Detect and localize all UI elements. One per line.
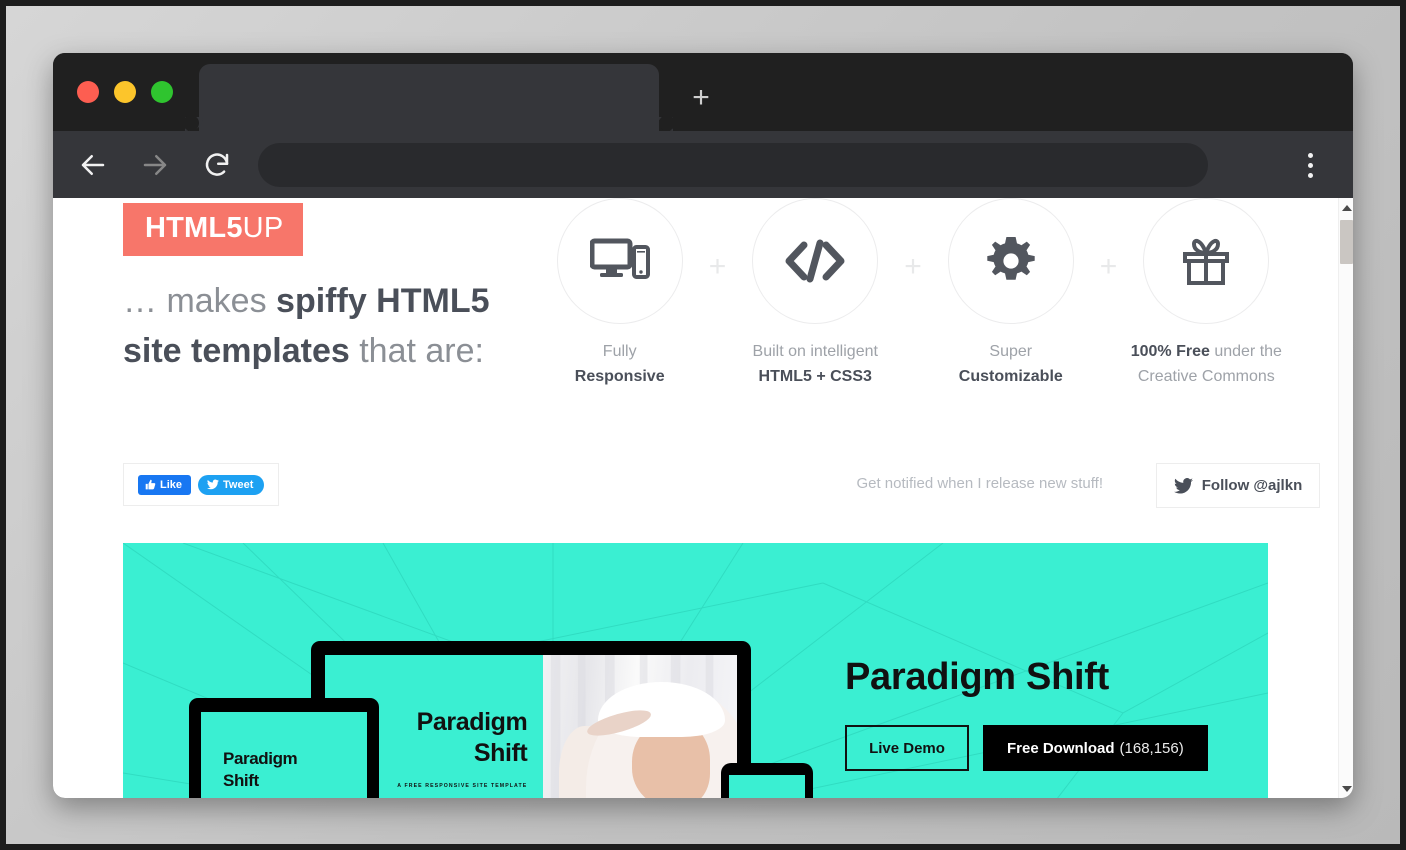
- web-page: HTML5UP … makes spiffy HTML5 site templa…: [53, 198, 1338, 798]
- maximize-window-button[interactable]: [151, 81, 173, 103]
- feature-line-2: Responsive: [574, 368, 665, 385]
- reload-button[interactable]: [195, 143, 239, 187]
- reload-icon: [205, 152, 229, 176]
- html5up-logo[interactable]: HTML5UP: [123, 203, 304, 256]
- browser-menu-button[interactable]: [1293, 148, 1327, 182]
- twitter-tweet-label: Tweet: [223, 478, 254, 491]
- feature-label: Built on intelligent HTML5 + CSS3: [739, 339, 892, 389]
- tab-corner-right: [659, 115, 675, 131]
- tablet-mockup: Paradigm Shift A FREE RESPONSIVE SITE TE…: [189, 698, 379, 798]
- twitter-follow-button[interactable]: Follow @ajlkn: [1156, 463, 1320, 508]
- logo-bold-text: HTML5: [145, 212, 243, 244]
- back-button[interactable]: [71, 143, 115, 187]
- forward-button[interactable]: [133, 143, 177, 187]
- window-traffic-lights: [77, 81, 173, 103]
- browser-window: + HTML5UP … makes spiffy HTML5 site temp…: [53, 53, 1353, 798]
- feature-html5-css3: Built on intelligent HTML5 + CSS3: [739, 198, 892, 389]
- page-viewport: HTML5UP … makes spiffy HTML5 site templa…: [53, 198, 1353, 798]
- feature-free-license: 100% Free under the Creative Commons: [1130, 198, 1283, 389]
- promo-banner: Paradigm Shift A FREE RESPONSIVE SITE TE…: [123, 543, 1268, 798]
- back-arrow-icon: [81, 154, 105, 175]
- feature-label: 100% Free under the Creative Commons: [1130, 339, 1283, 389]
- phone-mockup: [721, 763, 813, 798]
- plus-separator-icon: +: [1099, 250, 1118, 283]
- facebook-like-button[interactable]: Like: [138, 474, 192, 495]
- scrollbar-thumb[interactable]: [1340, 220, 1353, 264]
- free-download-label: Free Download: [1007, 739, 1115, 757]
- laptop-mock-title: Paradigm Shift: [353, 707, 543, 769]
- page-tagline: … makes spiffy HTML5 site templates that…: [123, 276, 543, 376]
- twitter-tweet-button[interactable]: Tweet: [198, 474, 265, 495]
- feature-label: Fully Responsive: [543, 339, 696, 389]
- gift-icon: [1183, 239, 1230, 285]
- feature-line-1: Fully: [602, 343, 637, 360]
- tablet-screen: Paradigm Shift A FREE RESPONSIVE SITE TE…: [201, 712, 367, 798]
- laptop-title-line-1: Paradigm: [416, 708, 528, 736]
- thumbs-up-icon: [145, 479, 156, 490]
- menu-dot: [1307, 172, 1313, 178]
- feature-line-2: Creative Commons: [1137, 368, 1275, 385]
- promo-actions: Live Demo Free Download (168,156): [845, 725, 1208, 771]
- social-row: Like Tweet Get notified when I release n…: [53, 463, 1338, 513]
- phone-screen: [729, 775, 805, 798]
- free-download-count: (168,156): [1119, 739, 1184, 757]
- promo-title: Paradigm Shift: [845, 656, 1109, 698]
- tab-corner-left: [183, 115, 199, 131]
- tagline-suffix: that are:: [349, 332, 484, 370]
- live-demo-button[interactable]: Live Demo: [845, 725, 969, 771]
- close-window-button[interactable]: [77, 81, 99, 103]
- social-buttons-group: Like Tweet: [123, 463, 279, 506]
- menu-dot: [1307, 162, 1313, 168]
- tablet-title-line-2: Shift: [223, 771, 259, 790]
- feature-icon-circle: [947, 198, 1074, 324]
- twitter-bird-icon: [207, 479, 220, 490]
- tablet-title-line-1: Paradigm: [223, 749, 298, 768]
- free-download-button[interactable]: Free Download (168,156): [983, 725, 1208, 771]
- laptop-mock-subtitle: A FREE RESPONSIVE SITE TEMPLATE: [397, 783, 528, 789]
- tab-strip: +: [53, 53, 1353, 131]
- scroll-down-button[interactable]: [1339, 781, 1353, 796]
- feature-line-1-suffix: under the: [1209, 343, 1282, 360]
- feature-responsive: Fully Responsive: [543, 198, 696, 389]
- desktop-mobile-icon: [589, 238, 650, 279]
- menu-dot: [1307, 152, 1313, 158]
- laptop-screen-photo: [543, 655, 737, 798]
- browser-tab[interactable]: [185, 64, 673, 131]
- laptop-screen: Paradigm Shift A FREE RESPONSIVE SITE TE…: [325, 655, 737, 798]
- notify-text: Get notified when I release new stuff!: [856, 475, 1103, 492]
- feature-line-2: Customizable: [958, 368, 1063, 385]
- browser-toolbar: [53, 131, 1353, 198]
- plus-separator-icon: +: [904, 250, 922, 283]
- new-tab-button[interactable]: +: [686, 83, 716, 114]
- scroll-up-arrow-icon: [1341, 204, 1352, 211]
- feature-list: Fully Responsive + Built on intelligent …: [543, 198, 1283, 388]
- follow-button-label: Follow @ajlkn: [1201, 477, 1303, 494]
- feature-label: Super Customizable: [934, 339, 1087, 389]
- feature-line-1: Built on intelligent: [752, 343, 878, 360]
- feature-line-1: Super: [989, 343, 1033, 360]
- minimize-window-button[interactable]: [114, 81, 136, 103]
- forward-arrow-icon: [143, 154, 167, 175]
- scroll-down-arrow-icon: [1341, 785, 1352, 792]
- page-scrollbar[interactable]: [1338, 198, 1353, 798]
- address-bar[interactable]: [258, 143, 1208, 187]
- feature-line-2: HTML5 + CSS3: [758, 368, 872, 385]
- tagline-prefix: … makes: [123, 282, 277, 320]
- feature-icon-circle: [752, 198, 879, 324]
- plus-separator-icon: +: [708, 250, 727, 283]
- hero-section: HTML5UP … makes spiffy HTML5 site templa…: [53, 198, 1338, 398]
- facebook-like-label: Like: [160, 478, 183, 491]
- feature-line-1-bold: 100% Free: [1130, 343, 1210, 360]
- twitter-bird-icon: [1173, 477, 1193, 494]
- laptop-title-line-2: Shift: [473, 739, 528, 767]
- gear-icon: [987, 237, 1035, 280]
- scroll-up-button[interactable]: [1339, 200, 1353, 215]
- logo-light-text: UP: [242, 212, 284, 244]
- code-brackets-icon: [785, 239, 845, 283]
- tablet-mock-title: Paradigm Shift: [223, 748, 367, 792]
- feature-customizable: Super Customizable: [934, 198, 1087, 389]
- feature-icon-circle: [556, 198, 683, 324]
- feature-icon-circle: [1143, 198, 1270, 324]
